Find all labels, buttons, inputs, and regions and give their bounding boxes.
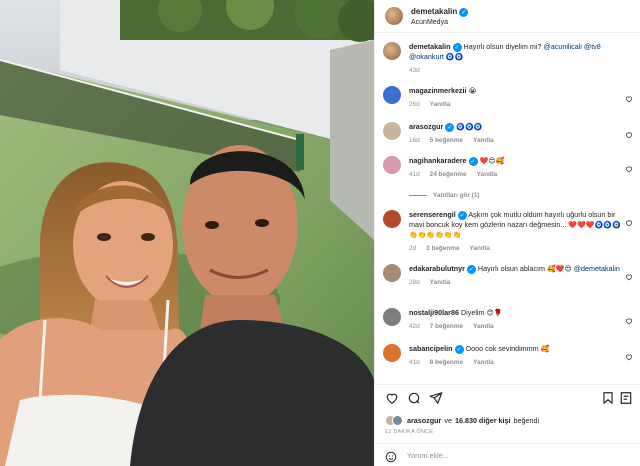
comment-username[interactable]: arasozgur <box>409 122 443 131</box>
comment-time[interactable]: 16d <box>409 137 420 144</box>
verified-icon: ✓ <box>452 43 462 52</box>
verified-icon: ✓ <box>466 265 476 274</box>
post-timestamp[interactable]: 12 DAKİKA ÖNCE <box>385 429 433 435</box>
reply-button[interactable]: Yanıtla <box>473 359 494 366</box>
comment-time[interactable]: 41d <box>409 171 420 178</box>
share-icon[interactable] <box>429 391 443 405</box>
comment-item: edakarabulutnyr ✓ Hayırlı olsun ablacım 🥰… <box>383 264 637 288</box>
verified-icon: ✓ <box>457 211 467 220</box>
comment-time[interactable]: 2d <box>409 245 416 252</box>
caption-text: Hayırlı olsun diyelim mi? <box>463 42 542 51</box>
post-actions: arasozgur ve 16.830 diğer kişi beğendi 1… <box>375 384 640 466</box>
comment-username[interactable]: nostalji90lar86 <box>409 308 459 317</box>
likes-summary[interactable]: arasozgur ve 16.830 diğer kişi beğendi <box>385 415 539 426</box>
comment-emoji: 🧿🧿🧿 <box>456 123 483 131</box>
replies-divider <box>409 195 427 196</box>
comment-compose[interactable]: Yorum ekle... <box>375 443 640 466</box>
reply-button[interactable]: Yanıtla <box>473 137 494 144</box>
post-side-panel: demetakalin ✓ AcunMedya demetakalin ✓ Hayı… <box>374 0 640 466</box>
selfie-image <box>0 0 374 466</box>
comment-time[interactable]: 28d <box>409 279 420 286</box>
comment-username[interactable]: nagihankaradere <box>409 156 467 165</box>
heart-icon[interactable] <box>385 391 399 405</box>
caption-time[interactable]: 43d <box>409 67 420 74</box>
comment-text: Oooo cok sevindimmm <box>465 344 539 353</box>
comment-item: arasozgur ✓ 🧿🧿🧿 16d 5 beğenme Yanıtla <box>383 122 637 146</box>
comment-like-icon[interactable] <box>625 214 633 227</box>
reply-button[interactable]: Yanıtla <box>430 101 451 108</box>
commenter-avatar[interactable] <box>383 344 401 362</box>
verified-icon: ✓ <box>468 157 478 166</box>
comment-username[interactable]: magazinmerkezii <box>409 86 467 95</box>
verified-icon: ✓ <box>454 345 464 354</box>
comment-emoji: 😭 <box>468 87 477 95</box>
comment-emoji: 🥰❤️😍 <box>547 265 572 273</box>
comment-username[interactable]: sabancipelin <box>409 344 453 353</box>
more-icon[interactable] <box>619 391 633 405</box>
comment-username[interactable]: serenserengil <box>409 210 456 219</box>
commenter-avatar[interactable] <box>383 122 401 140</box>
comment-like-icon[interactable] <box>625 348 633 361</box>
likes-first-user[interactable]: arasozgur <box>407 416 441 425</box>
caption: demetakalin ✓ Hayırlı olsun diyelim mi? @… <box>383 42 637 76</box>
reply-button[interactable]: Yanıtla <box>477 171 498 178</box>
commenter-avatar[interactable] <box>383 156 401 174</box>
verified-icon: ✓ <box>445 123 455 132</box>
comment-likes[interactable]: 7 beğenme <box>430 323 463 330</box>
author-avatar[interactable] <box>385 7 403 25</box>
caption-username[interactable]: demetakalin <box>409 42 451 51</box>
comment-like-icon[interactable] <box>625 90 633 103</box>
commenter-avatar[interactable] <box>383 210 401 228</box>
comment-like-icon[interactable] <box>625 312 633 325</box>
comment-likes[interactable]: 24 beğenme <box>430 171 467 178</box>
commenter-avatar[interactable] <box>383 86 401 104</box>
likes-count[interactable]: 16.830 diğer kişi <box>455 416 511 425</box>
comment-likes[interactable]: 5 beğenme <box>430 137 463 144</box>
comment-emoji: 😊🌹 <box>486 309 503 317</box>
comment-like-icon[interactable] <box>625 160 633 173</box>
comment-likes[interactable]: 8 beğenme <box>430 359 463 366</box>
likes-connector: ve <box>444 416 452 425</box>
comment-mention[interactable]: @demetakalin <box>574 264 620 273</box>
view-replies-label: Yanıtları gör (1) <box>433 192 480 199</box>
reply-button[interactable]: Yanıtla <box>430 279 451 286</box>
comment-item: magazinmerkezii 😭 26d Yanıtla <box>383 86 637 110</box>
reply-button[interactable]: Yanıtla <box>473 323 494 330</box>
comment-item: nostalji90lar86 Diyelim 😊🌹 42d 7 beğenme Y… <box>383 308 637 332</box>
post-location[interactable]: AcunMedya <box>411 17 468 28</box>
comment-like-icon[interactable] <box>625 268 633 281</box>
comment-like-icon[interactable] <box>625 126 633 139</box>
comment-item: sabancipelin ✓ Oooo cok sevindimmm 🥰 41d 8… <box>383 344 637 368</box>
comment-emoji: 🥰 <box>540 345 550 353</box>
comment-text: Hayırlı olsun ablacım <box>477 264 546 273</box>
bookmark-icon[interactable] <box>601 391 615 405</box>
comment-input[interactable]: Yorum ekle... <box>407 451 449 460</box>
author-username[interactable]: demetakalin <box>411 7 457 16</box>
post-header: demetakalin ✓ AcunMedya <box>375 0 640 33</box>
comment-username[interactable]: edakarabulutnyr <box>409 264 465 273</box>
comment-likes[interactable]: 3 beğenme <box>426 245 459 252</box>
post-photo[interactable] <box>0 0 374 466</box>
caption-emoji: 🧿🧿 <box>445 53 464 61</box>
view-replies-button[interactable]: Yanıtları gör (1) <box>409 192 480 199</box>
comment-text: Diyelim <box>460 308 485 317</box>
comment-item: nagihankaradere ✓ ❤️😍🥰 41d 24 beğenme Yanıt… <box>383 156 637 180</box>
comment-icon[interactable] <box>407 391 421 405</box>
commenter-avatar[interactable] <box>383 264 401 282</box>
emoji-icon[interactable] <box>385 450 397 462</box>
comment-emoji: ❤️😍🥰 <box>479 157 505 165</box>
comment-time[interactable]: 42d <box>409 323 420 330</box>
comment-time[interactable]: 41d <box>409 359 420 366</box>
comment-time[interactable]: 26d <box>409 101 420 108</box>
caption-avatar[interactable] <box>383 42 401 60</box>
comment-item: serenserengil ✓ Aşkım çok mutlu oldum hay… <box>383 210 637 254</box>
comment-list[interactable]: demetakalin ✓ Hayırlı olsun diyelim mi? @… <box>375 38 640 384</box>
action-bar <box>383 391 635 409</box>
liker-avatars <box>385 415 403 426</box>
likes-suffix: beğendi <box>513 416 540 425</box>
liker-avatar <box>392 415 403 426</box>
verified-icon: ✓ <box>459 8 469 17</box>
reply-button[interactable]: Yanıtla <box>470 245 491 252</box>
commenter-avatar[interactable] <box>383 308 401 326</box>
